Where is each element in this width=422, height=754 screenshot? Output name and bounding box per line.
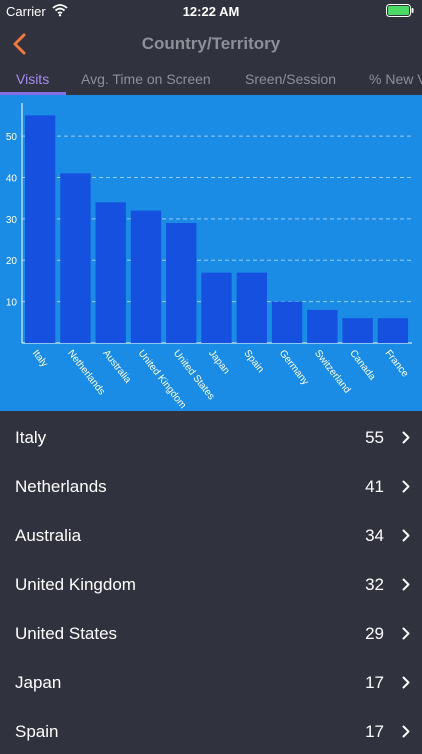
tab-percent-new-visits[interactable]: % New V [369,71,422,87]
battery-icon [386,4,414,17]
y-tick-label: 30 [6,215,18,226]
x-tick-label: Germany [277,348,311,387]
chevron-right-icon [402,676,410,689]
visits-value: 17 [365,722,384,741]
chevron-right-icon [402,431,410,444]
bar-united-states [166,223,197,343]
bar-france [377,318,409,343]
list-item-united-kingdom[interactable]: United Kingdom 32 [0,558,422,607]
bar-chart-svg: 1020304050Italy NetherlandsAustralia Unite… [6,103,412,411]
country-name: Spain [15,722,59,741]
x-tick-label: Italy [30,348,50,369]
visits-value: 32 [365,575,384,594]
bar-united-kingdom [130,210,162,343]
country-name: Australia [15,526,82,545]
list-item-australia[interactable]: Australia 34 [0,509,422,558]
bar-australia [95,202,126,343]
visits-value: 41 [365,477,384,496]
bar-netherlands [60,173,91,343]
x-tick-label: Australia [100,348,133,386]
bar-germany [271,301,303,343]
tab-avg-time-on-screen[interactable]: Avg. Time on Screen [81,71,211,87]
x-tick-label: Netherlands [65,348,107,397]
chevron-right-icon [402,529,410,542]
country-name: Italy [15,428,47,447]
y-tick-label: 40 [6,173,18,184]
bar-spain [236,272,267,343]
x-tick-label: Canada [347,348,378,383]
tab-screen-session[interactable]: Sreen/Session [245,71,336,87]
list-item-japan[interactable]: Japan 17 [0,656,422,705]
chevron-right-icon [402,578,410,591]
list-item-italy[interactable]: Italy 55 [0,411,422,460]
visits-value: 34 [365,526,384,545]
list-item-united-states[interactable]: United States 29 [0,607,422,656]
page-title: Country/Territory [141,34,281,53]
country-name: United Kingdom [15,575,136,594]
bar-canada [342,318,373,343]
y-tick-label: 10 [6,298,18,309]
tab-visits[interactable]: Visits [16,71,49,87]
x-tick-label: Spain [241,348,265,375]
bar-japan [201,272,232,343]
status-time: 12:22 AM [182,4,240,19]
list-item-netherlands[interactable]: Netherlands 41 [0,460,422,509]
country-name: Netherlands [15,477,107,496]
y-tick-label: 20 [6,256,18,267]
country-name: Japan [15,673,62,692]
bar-switzerland [307,309,338,343]
visits-value: 17 [365,673,384,692]
country-name: United States [15,624,118,643]
chevron-right-icon [402,627,410,640]
country-list: Italy 55 Netherlands 41 Australia 34 Uni… [0,411,422,754]
bar-italy [25,115,56,344]
visits-value: 55 [365,428,384,447]
x-tick-label: Switzerland [312,348,352,396]
visits-value: 29 [365,624,384,643]
chevron-right-icon [402,480,410,493]
chevron-right-icon [402,725,410,738]
list-item-spain[interactable]: Spain 17 [0,705,422,754]
x-tick-label: France [383,348,411,380]
x-tick-label: Japan [206,348,231,376]
metric-tabs: Visits Avg. Time on Screen Sreen/Session… [0,66,422,94]
navigation-bar: Country/Territory [0,22,422,66]
status-bar: Carrier 12:22 AM [0,0,422,22]
y-tick-label: 50 [6,132,18,143]
visits-bar-chart: 10 20 30 40 50 Italy Netherlands Australia Unite… [0,95,422,411]
